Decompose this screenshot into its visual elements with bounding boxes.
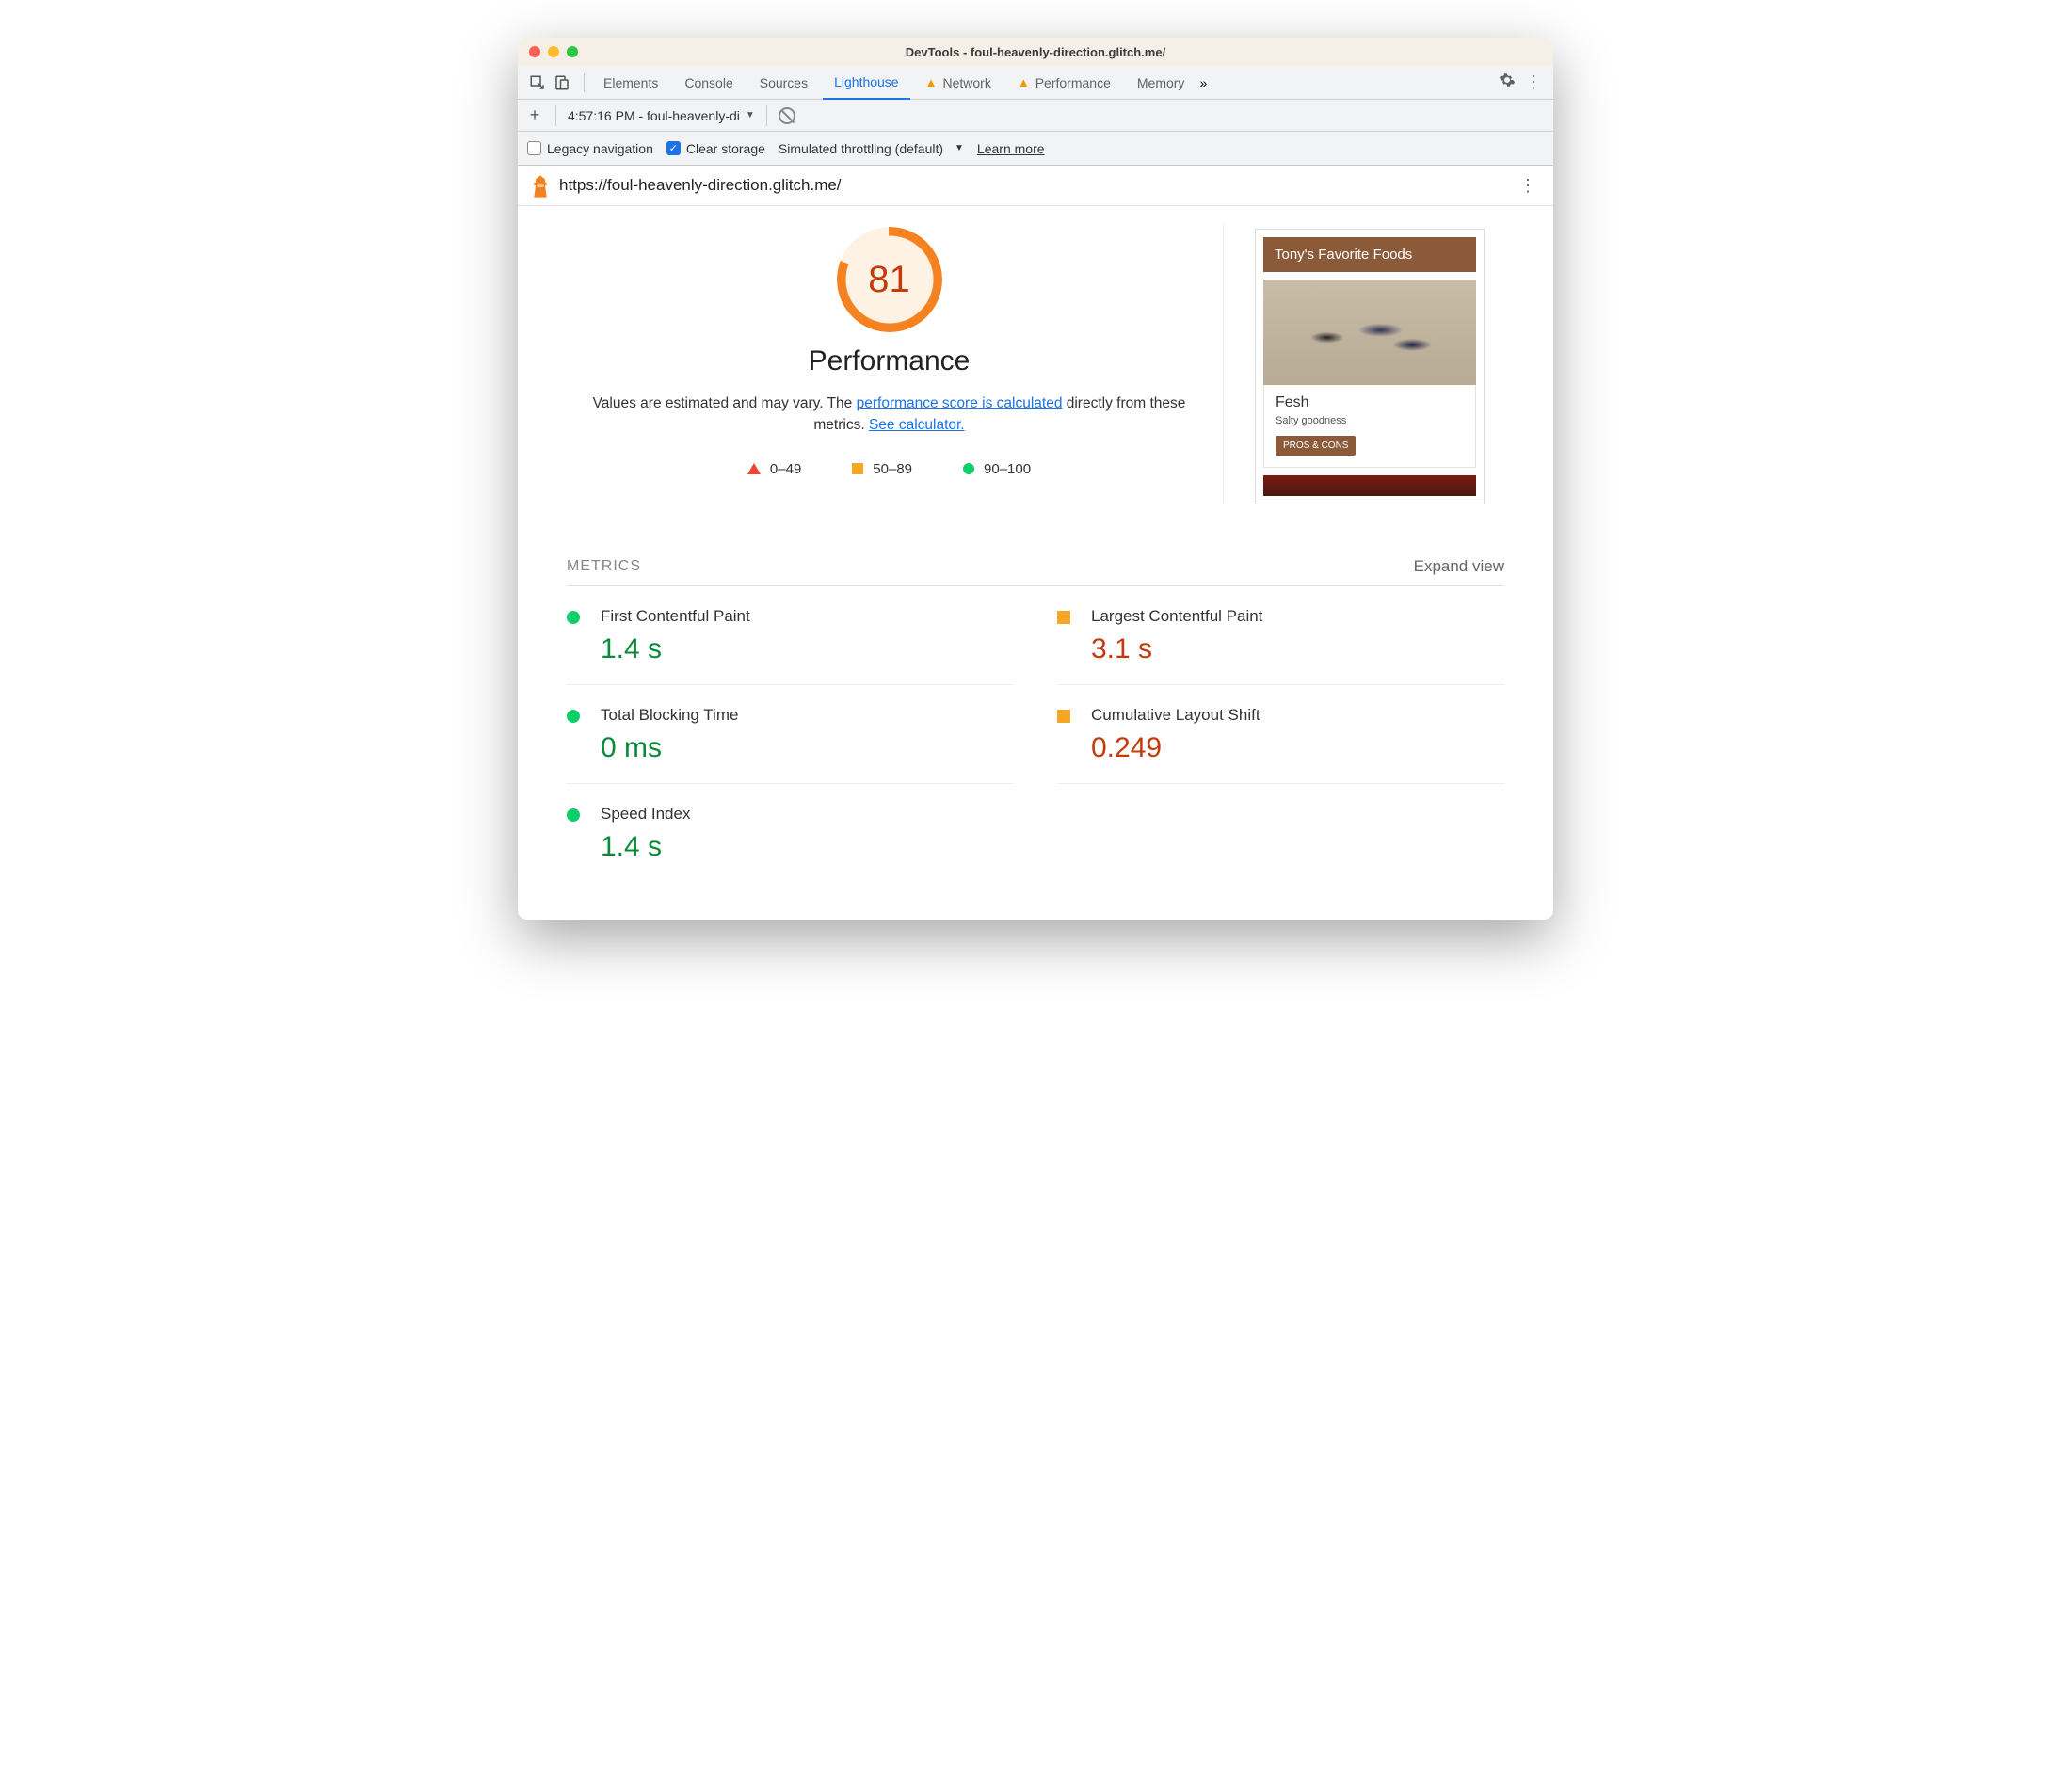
triangle-red-icon [747, 463, 761, 474]
metric-fcp[interactable]: First Contentful Paint 1.4 s [567, 586, 1014, 685]
kebab-menu-icon[interactable]: ⋮ [1525, 72, 1542, 92]
checkbox-unchecked-icon [527, 141, 541, 155]
metrics-section: METRICS Expand view First Contentful Pai… [518, 504, 1553, 920]
separator [555, 105, 556, 126]
checkbox-checked-icon: ✓ [666, 141, 681, 155]
category-title: Performance [555, 345, 1223, 377]
tab-memory[interactable]: Memory [1126, 66, 1196, 100]
screenshot-thumbnail[interactable]: Tony's Favorite Foods Fesh Salty goodnes… [1255, 229, 1485, 504]
settings-gear-icon[interactable] [1499, 72, 1516, 93]
circle-green-icon [963, 463, 974, 474]
report-selector[interactable]: 4:57:16 PM - foul-heavenly-di ▼ [568, 108, 755, 123]
metrics-heading: METRICS [567, 558, 641, 575]
status-dot-green-icon [567, 611, 580, 624]
window-title: DevTools - foul-heavenly-direction.glitc… [518, 45, 1553, 59]
report-time-label: 4:57:16 PM - foul-heavenly-di [568, 108, 740, 123]
metric-cls[interactable]: Cumulative Layout Shift 0.249 [1057, 685, 1504, 784]
lighthouse-subbar: + 4:57:16 PM - foul-heavenly-di ▼ [518, 100, 1553, 132]
thumb-proscons-button: PROS & CONS [1276, 436, 1356, 456]
minimize-window-button[interactable] [548, 46, 559, 57]
metric-lcp[interactable]: Largest Contentful Paint 3.1 s [1057, 586, 1504, 685]
window-controls [529, 46, 578, 57]
status-square-orange-icon [1057, 611, 1070, 624]
status-dot-green-icon [567, 710, 580, 723]
tab-sources[interactable]: Sources [748, 66, 819, 100]
chevron-down-icon: ▼ [955, 143, 964, 153]
new-report-button[interactable]: + [525, 106, 544, 125]
thumb-card-title: Fesh [1276, 394, 1464, 411]
report-body: 81 Performance Values are estimated and … [518, 206, 1553, 504]
chevron-down-icon: ▼ [746, 110, 755, 120]
score-description: Values are estimated and may vary. The p… [576, 392, 1202, 437]
square-orange-icon [852, 463, 863, 474]
learn-more-link[interactable]: Learn more [977, 141, 1045, 156]
tab-performance[interactable]: ▲Performance [1006, 66, 1122, 100]
titlebar: DevTools - foul-heavenly-direction.glitc… [518, 38, 1553, 66]
status-dot-green-icon [567, 808, 580, 822]
lighthouse-logo-icon [531, 175, 550, 196]
screenshot-column: Tony's Favorite Foods Fesh Salty goodnes… [1224, 223, 1516, 504]
report-menu-button[interactable]: ⋮ [1516, 176, 1540, 196]
lighthouse-settings-bar: Legacy navigation ✓ Clear storage Simula… [518, 132, 1553, 166]
tab-console[interactable]: Console [673, 66, 744, 100]
inspect-element-icon[interactable] [529, 74, 546, 91]
tab-network[interactable]: ▲Network [914, 66, 1003, 100]
perf-score-link[interactable]: performance score is calculated [857, 395, 1063, 411]
thumb-site-title: Tony's Favorite Foods [1263, 237, 1476, 272]
device-toolbar-icon[interactable] [554, 74, 570, 91]
separator [584, 73, 585, 92]
score-value: 81 [837, 227, 942, 332]
expand-view-button[interactable]: Expand view [1414, 557, 1504, 576]
zoom-window-button[interactable] [567, 46, 578, 57]
status-square-orange-icon [1057, 710, 1070, 723]
score-legend: 0–49 50–89 90–100 [555, 461, 1223, 477]
report-url: https://foul-heavenly-direction.glitch.m… [559, 176, 842, 195]
calculator-link[interactable]: See calculator. [869, 417, 965, 433]
throttling-selector[interactable]: Simulated throttling (default) ▼ [779, 141, 964, 156]
metric-tbt[interactable]: Total Blocking Time 0 ms [567, 685, 1014, 784]
close-window-button[interactable] [529, 46, 540, 57]
tab-lighthouse[interactable]: Lighthouse [823, 66, 910, 100]
tab-elements[interactable]: Elements [592, 66, 669, 100]
clear-storage-checkbox[interactable]: ✓ Clear storage [666, 141, 765, 156]
thumb-fish-image [1263, 280, 1476, 385]
devtools-tabbar: Elements Console Sources Lighthouse ▲Net… [518, 66, 1553, 100]
thumb-second-image [1263, 475, 1476, 496]
report-header: https://foul-heavenly-direction.glitch.m… [518, 166, 1553, 206]
separator [766, 105, 767, 126]
thumb-card-subtitle: Salty goodness [1276, 415, 1464, 426]
warning-icon: ▲ [1018, 75, 1030, 89]
devtools-window: DevTools - foul-heavenly-direction.glitc… [518, 38, 1553, 920]
score-gauge: 81 [837, 227, 942, 332]
score-column: 81 Performance Values are estimated and … [555, 223, 1224, 504]
metric-si[interactable]: Speed Index 1.4 s [567, 784, 1014, 882]
legacy-navigation-checkbox[interactable]: Legacy navigation [527, 141, 653, 156]
warning-icon: ▲ [925, 75, 938, 89]
clear-button[interactable] [779, 107, 795, 124]
more-tabs-button[interactable]: » [1199, 75, 1207, 90]
